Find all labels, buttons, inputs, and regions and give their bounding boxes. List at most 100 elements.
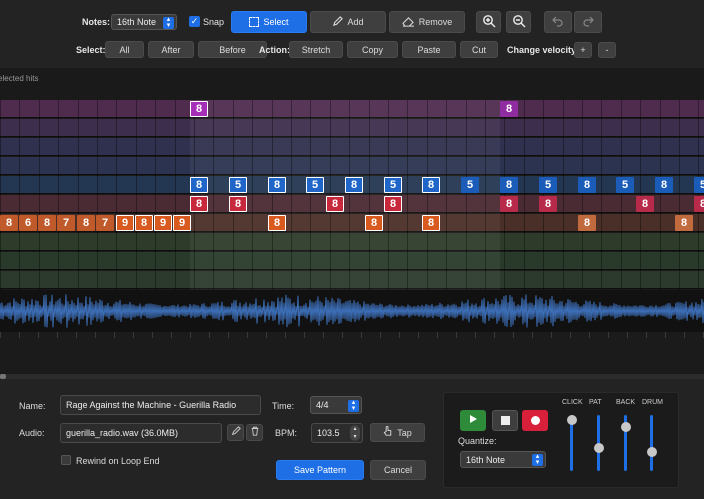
drum-hit[interactable]: 8 xyxy=(229,196,247,212)
slider-knob[interactable] xyxy=(620,421,631,432)
drum-hit[interactable]: 8 xyxy=(190,196,208,212)
remove-mode-button[interactable]: Remove xyxy=(389,11,465,33)
delete-audio-button[interactable] xyxy=(246,424,263,441)
drum-hit[interactable]: 8 xyxy=(345,177,363,193)
pencil-icon xyxy=(231,426,241,439)
transport-panel: Quantize: 16th Note ▴ ▾ CLICK PAT BACK DRUM xyxy=(443,392,679,488)
snap-checkbox[interactable]: ✓ xyxy=(189,16,200,27)
bar-shade xyxy=(500,100,704,309)
notes-label: Notes: xyxy=(82,17,111,27)
bpm-stepper-icon[interactable]: ▴ ▾ xyxy=(350,425,360,441)
play-button[interactable] xyxy=(460,410,486,431)
slider-knob[interactable] xyxy=(593,442,604,453)
velocity-minus-button[interactable]: - xyxy=(598,42,616,58)
bpm-input[interactable]: 103.5 ▴ ▾ xyxy=(311,423,363,443)
drum-hit[interactable]: 8 xyxy=(135,215,153,231)
drum-hit[interactable]: 8 xyxy=(0,215,18,231)
notes-select[interactable]: 16th Note ▴ ▾ xyxy=(111,14,177,30)
waveform-graphic xyxy=(0,294,704,328)
slider-label: PAT xyxy=(589,399,602,406)
quantize-select[interactable]: 16th Note ▴ ▾ xyxy=(460,451,546,468)
drum-hit[interactable]: 8 xyxy=(539,196,557,212)
drum-hit[interactable]: 8 xyxy=(500,101,518,117)
slider-label: CLICK xyxy=(562,399,583,406)
drum-hit[interactable]: 8 xyxy=(365,215,383,231)
drum-hit[interactable]: 9 xyxy=(154,215,172,231)
tap-tempo-button[interactable]: Tap xyxy=(370,423,425,442)
velocity-plus-button[interactable]: + xyxy=(574,42,592,58)
drum-hit[interactable]: 8 xyxy=(268,215,286,231)
drum-hit[interactable]: 8 xyxy=(268,177,286,193)
rewind-checkbox[interactable] xyxy=(61,455,71,465)
audio-input[interactable]: guerilla_radio.wav (36.0MB) xyxy=(60,423,222,443)
time-signature-select[interactable]: 4/4 ▴ ▾ xyxy=(310,396,362,414)
redo-icon xyxy=(582,15,594,29)
drum-hit[interactable]: 8 xyxy=(500,196,518,212)
select-all-button[interactable]: All xyxy=(105,41,144,58)
drum-hit[interactable]: 8 xyxy=(500,177,518,193)
drum-hit[interactable]: 8 xyxy=(578,177,596,193)
drum-hit[interactable]: 5 xyxy=(384,177,402,193)
select-mode-button[interactable]: Select xyxy=(231,11,307,33)
paste-button[interactable]: Paste xyxy=(402,41,456,58)
save-pattern-button[interactable]: Save Pattern xyxy=(276,460,364,480)
drum-hit[interactable]: 5 xyxy=(229,177,247,193)
slider-knob[interactable] xyxy=(566,415,577,425)
chevron-updown-icon: ▴ ▾ xyxy=(163,16,174,29)
stop-icon xyxy=(500,416,510,425)
drum-hit[interactable]: 8 xyxy=(77,215,95,231)
play-icon xyxy=(468,414,478,427)
audio-waveform[interactable] xyxy=(0,290,704,332)
zoom-in-button[interactable] xyxy=(476,11,501,33)
slider-label: BACK xyxy=(616,399,636,406)
name-input[interactable]: Rage Against the Machine - Guerilla Radi… xyxy=(60,395,261,415)
drum-hit[interactable]: 8 xyxy=(326,196,344,212)
stop-button[interactable] xyxy=(492,410,518,431)
drum-hit[interactable]: 5 xyxy=(461,177,479,193)
drum-hit[interactable]: 5 xyxy=(694,177,704,193)
drum-hit[interactable]: 9 xyxy=(116,215,134,231)
drum-hit[interactable]: 8 xyxy=(636,196,654,212)
quantize-value: 16th Note xyxy=(466,454,506,465)
record-button[interactable] xyxy=(522,410,548,431)
tap-label: Tap xyxy=(397,427,412,438)
drum-hit[interactable]: 7 xyxy=(57,215,75,231)
redo-button[interactable] xyxy=(574,11,602,33)
undo-button[interactable] xyxy=(544,11,572,33)
edit-audio-button[interactable] xyxy=(227,424,244,441)
drum-hit[interactable]: 5 xyxy=(539,177,557,193)
select-after-button[interactable]: After xyxy=(148,41,194,58)
drum-hit[interactable]: 8 xyxy=(190,101,208,117)
drum-hit[interactable]: 8 xyxy=(578,215,596,231)
volume-slider[interactable] xyxy=(650,415,653,471)
drum-hit[interactable]: 6 xyxy=(19,215,37,231)
slider-label: DRUM xyxy=(642,399,663,406)
drum-hit[interactable]: 7 xyxy=(96,215,114,231)
add-mode-button[interactable]: Add xyxy=(310,11,386,33)
zoom-out-icon xyxy=(512,14,526,30)
stretch-button[interactable]: Stretch xyxy=(289,41,343,58)
drum-hit[interactable]: 9 xyxy=(173,215,191,231)
time-signature-value: 4/4 xyxy=(316,400,329,410)
drum-hit[interactable]: 8 xyxy=(422,215,440,231)
drum-hit[interactable]: 8 xyxy=(422,177,440,193)
action-label: Action: xyxy=(259,45,290,55)
drum-hit[interactable]: 8 xyxy=(38,215,56,231)
bpm-value: 103.5 xyxy=(317,428,340,438)
slider-knob[interactable] xyxy=(646,447,657,458)
drum-hit[interactable]: 8 xyxy=(694,196,704,212)
audio-label: Audio: xyxy=(19,428,45,438)
zoom-out-button[interactable] xyxy=(506,11,531,33)
drum-hit[interactable]: 8 xyxy=(675,215,693,231)
drum-hit[interactable]: 8 xyxy=(384,196,402,212)
drum-hit[interactable]: 5 xyxy=(306,177,324,193)
cut-button[interactable]: Cut xyxy=(460,41,498,58)
chevron-updown-icon: ▴ ▾ xyxy=(348,399,359,412)
cancel-button[interactable]: Cancel xyxy=(370,460,426,480)
drum-hit[interactable]: 8 xyxy=(655,177,673,193)
select-before-button[interactable]: Before xyxy=(198,41,267,58)
copy-button[interactable]: Copy xyxy=(347,41,398,58)
drum-hit[interactable]: 8 xyxy=(190,177,208,193)
drum-hit[interactable]: 5 xyxy=(616,177,634,193)
bpm-label: BPM: xyxy=(275,428,298,438)
